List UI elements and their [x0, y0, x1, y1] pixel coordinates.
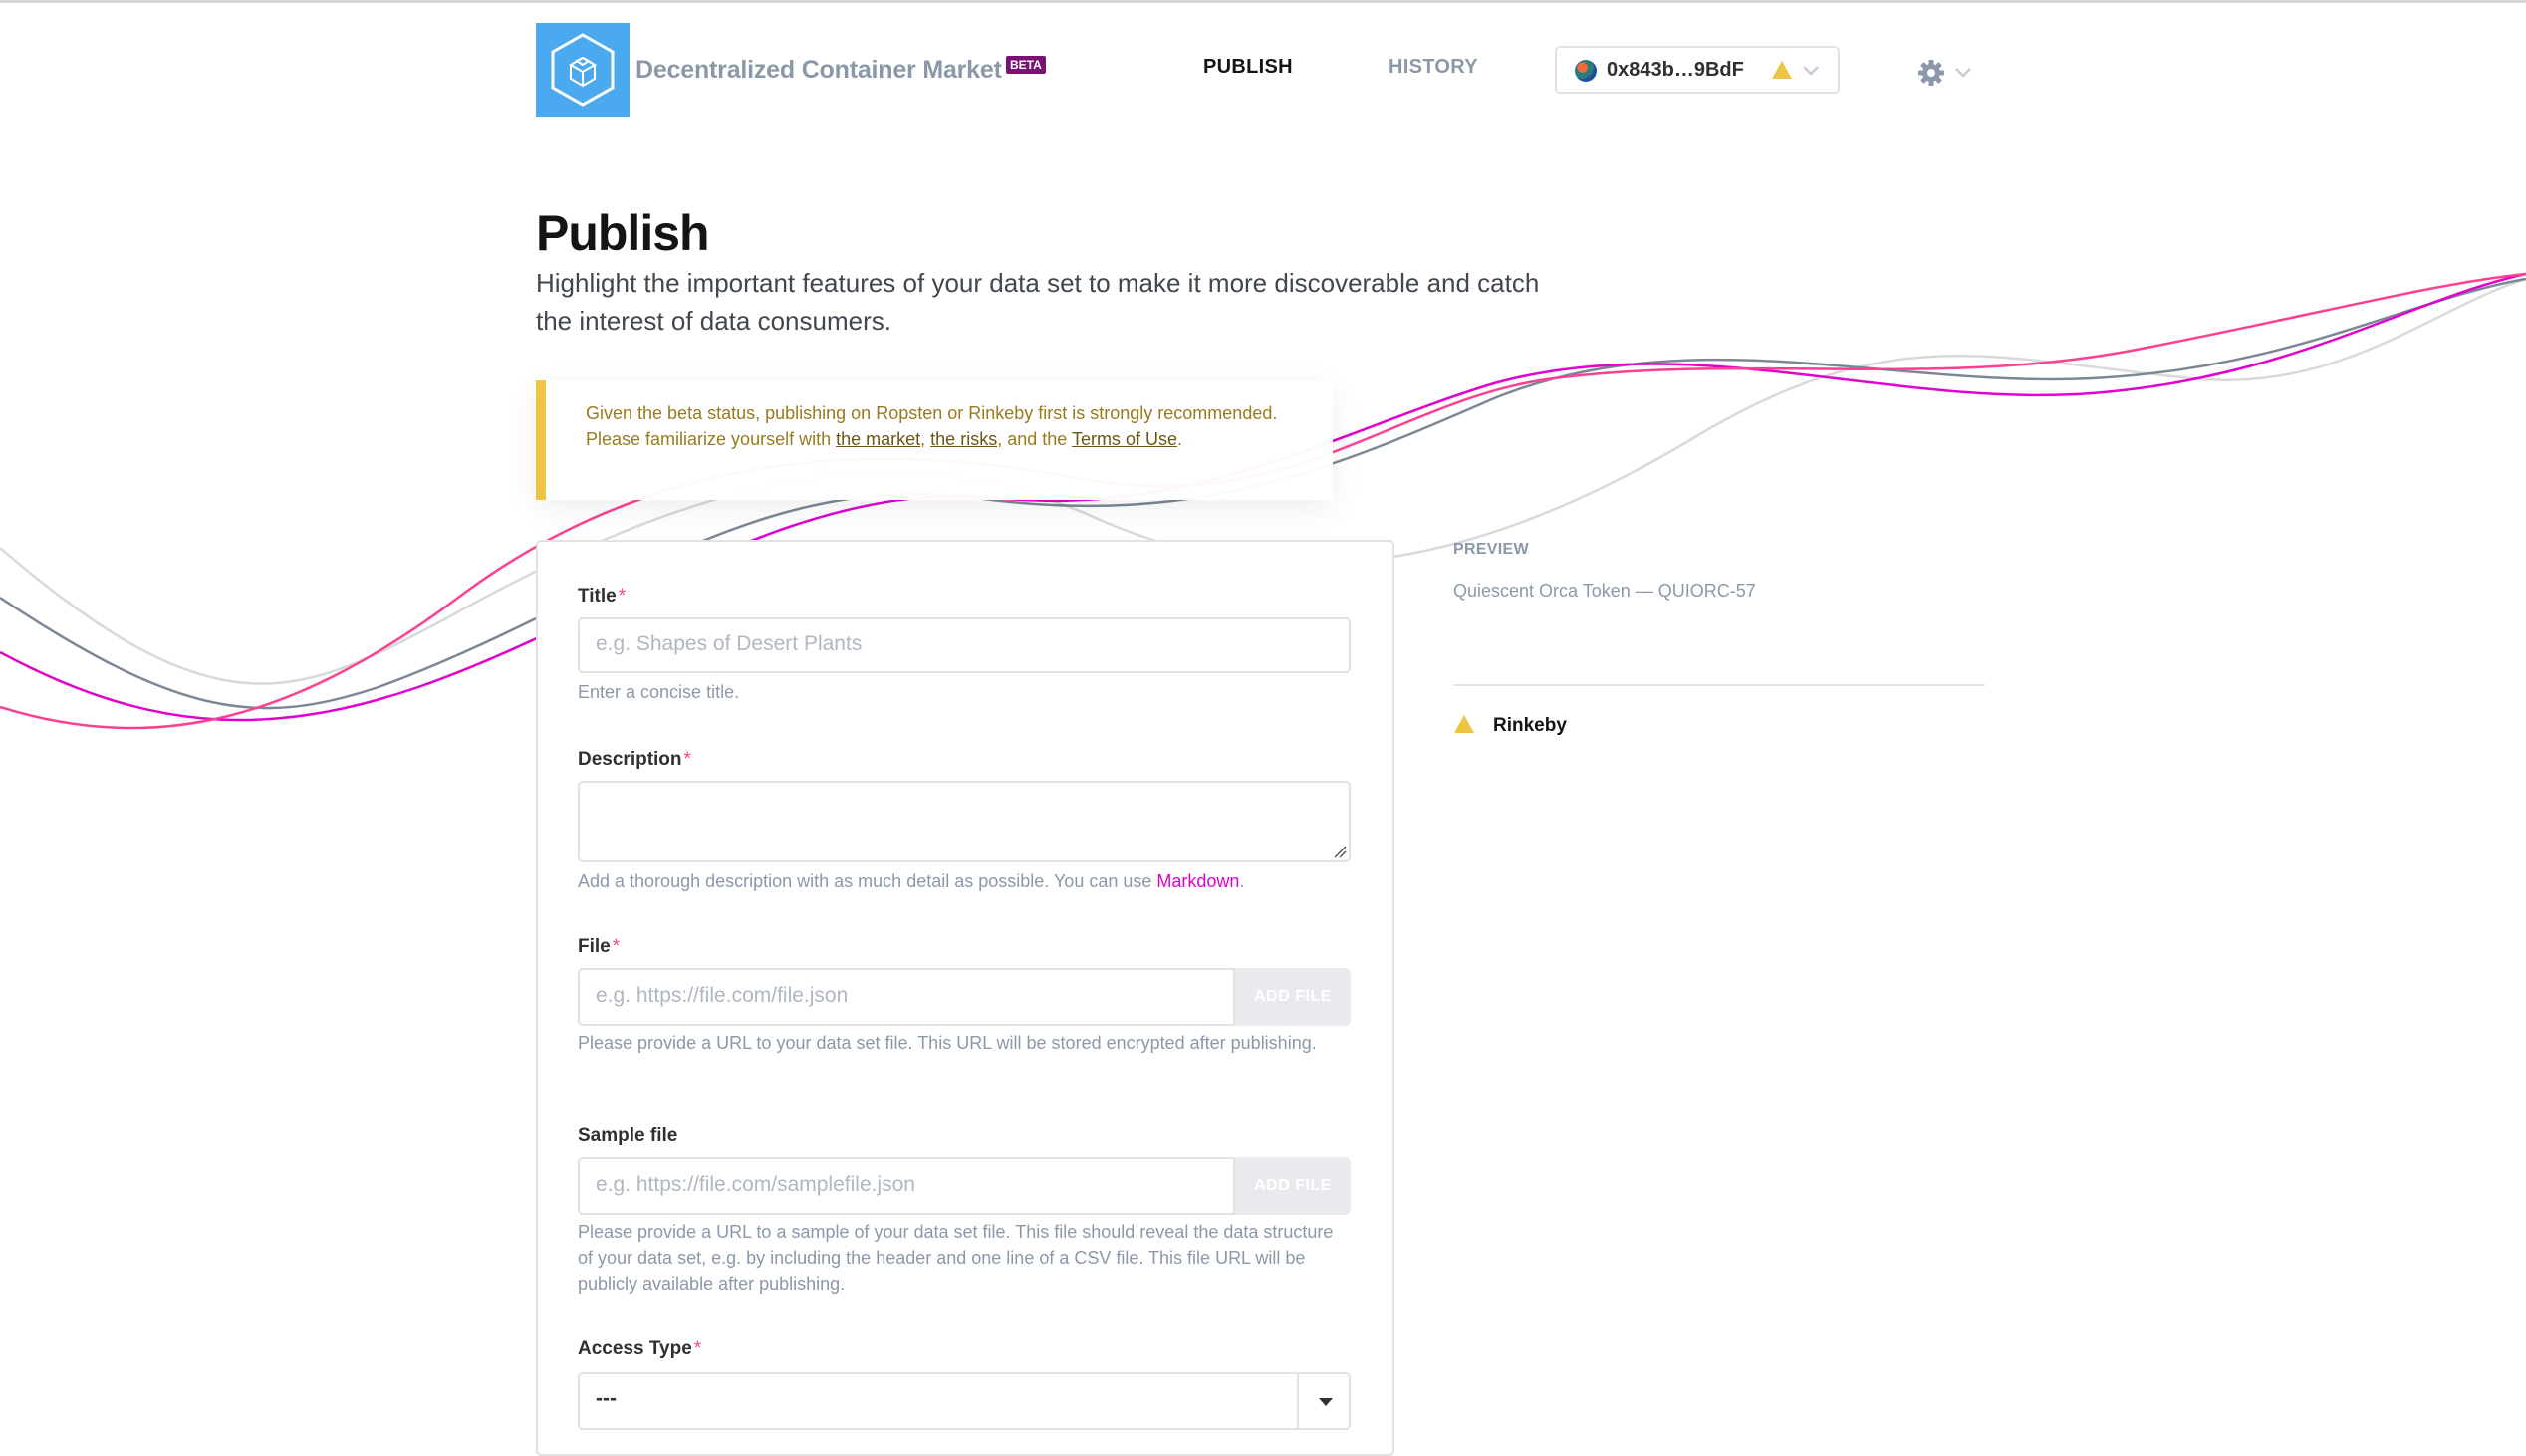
preview-network: Rinkeby [1493, 715, 1567, 736]
sample-file-help: Please provide a URL to a sample of your… [578, 1222, 1334, 1294]
description-help: Add a thorough description with as much … [578, 868, 1351, 894]
container-logo-icon [551, 33, 615, 107]
description-textarea[interactable] [578, 781, 1351, 862]
title-help: Enter a concise title. [578, 682, 740, 702]
sample-file-url-placeholder: e.g. https://file.com/samplefile.json [596, 1173, 915, 1196]
link-the-risks[interactable]: the risks [930, 429, 997, 449]
description-help-text: Add a thorough description with as much … [578, 871, 1157, 891]
link-the-market[interactable]: the market [836, 429, 920, 449]
description-label-text: Description [578, 749, 682, 770]
file-label-text: File [578, 936, 611, 957]
title-input-placeholder: e.g. Shapes of Desert Plants [596, 632, 863, 655]
required-mark: * [683, 749, 691, 770]
title-input[interactable]: e.g. Shapes of Desert Plants [578, 617, 1351, 673]
wallet-account-button[interactable]: 0x843b…9BdF [1555, 46, 1840, 94]
preview-divider [1453, 684, 1985, 686]
file-help: Please provide a URL to your data set fi… [578, 1033, 1317, 1053]
file-url-input[interactable]: e.g. https://file.com/file.json [578, 968, 1235, 1026]
add-file-button[interactable]: ADD FILE [1235, 968, 1351, 1026]
beta-notice-text: Given the beta status, publishing on Rop… [586, 400, 1283, 452]
publish-form: Title * e.g. Shapes of Desert Plants Ente… [536, 540, 1394, 1456]
warning-triangle-icon [1772, 61, 1792, 79]
network-warning-icon [1454, 715, 1474, 733]
beta-notice: Given the beta status, publishing on Rop… [536, 380, 1333, 500]
gear-icon[interactable] [1916, 58, 1946, 88]
chevron-down-icon [1803, 66, 1819, 76]
caret-down-icon [1319, 1398, 1333, 1406]
access-type-label-text: Access Type [578, 1338, 692, 1359]
notice-end: . [1176, 429, 1182, 449]
account-avatar [1575, 60, 1597, 82]
link-terms-of-use[interactable]: Terms of Use [1072, 429, 1177, 449]
beta-badge: BETA [1006, 56, 1046, 74]
logo[interactable] [536, 23, 630, 117]
description-help-end: . [1239, 871, 1245, 891]
access-type-selected: --- [596, 1387, 617, 1410]
nav-history[interactable]: HISTORY [1389, 56, 1478, 79]
required-mark: * [612, 936, 621, 957]
notice-sep: , and the [997, 429, 1072, 449]
preview-title: Quiescent Orca Token — QUIORC-57 [1453, 581, 1756, 601]
wallet-address: 0x843b…9BdF [1607, 59, 1744, 81]
description-label: Description * [578, 749, 691, 771]
add-sample-file-button[interactable]: ADD FILE [1235, 1157, 1351, 1215]
file-url-placeholder: e.g. https://file.com/file.json [596, 984, 849, 1007]
settings-chevron-down-icon[interactable] [1953, 62, 1973, 82]
access-type-select[interactable]: --- [578, 1372, 1351, 1430]
select-divider [1297, 1374, 1299, 1428]
preview-label: PREVIEW [1453, 541, 1529, 558]
notice-sep: , [920, 429, 931, 449]
page-title: Publish [536, 205, 710, 261]
title-label: Title * [578, 586, 626, 607]
brand-name[interactable]: Decentralized Container Market [635, 56, 1002, 85]
required-mark: * [693, 1338, 702, 1359]
page-lead: Highlight the important features of your… [536, 268, 1540, 336]
resize-handle-icon[interactable] [1333, 845, 1347, 858]
nav-publish[interactable]: PUBLISH [1203, 56, 1293, 79]
file-label: File * [578, 936, 620, 958]
title-label-text: Title [578, 586, 617, 607]
access-type-label: Access Type * [578, 1338, 701, 1360]
markdown-link[interactable]: Markdown [1156, 871, 1239, 891]
sample-file-label: Sample file [578, 1125, 678, 1146]
sample-file-url-input[interactable]: e.g. https://file.com/samplefile.json [578, 1157, 1235, 1215]
required-mark: * [618, 586, 627, 607]
